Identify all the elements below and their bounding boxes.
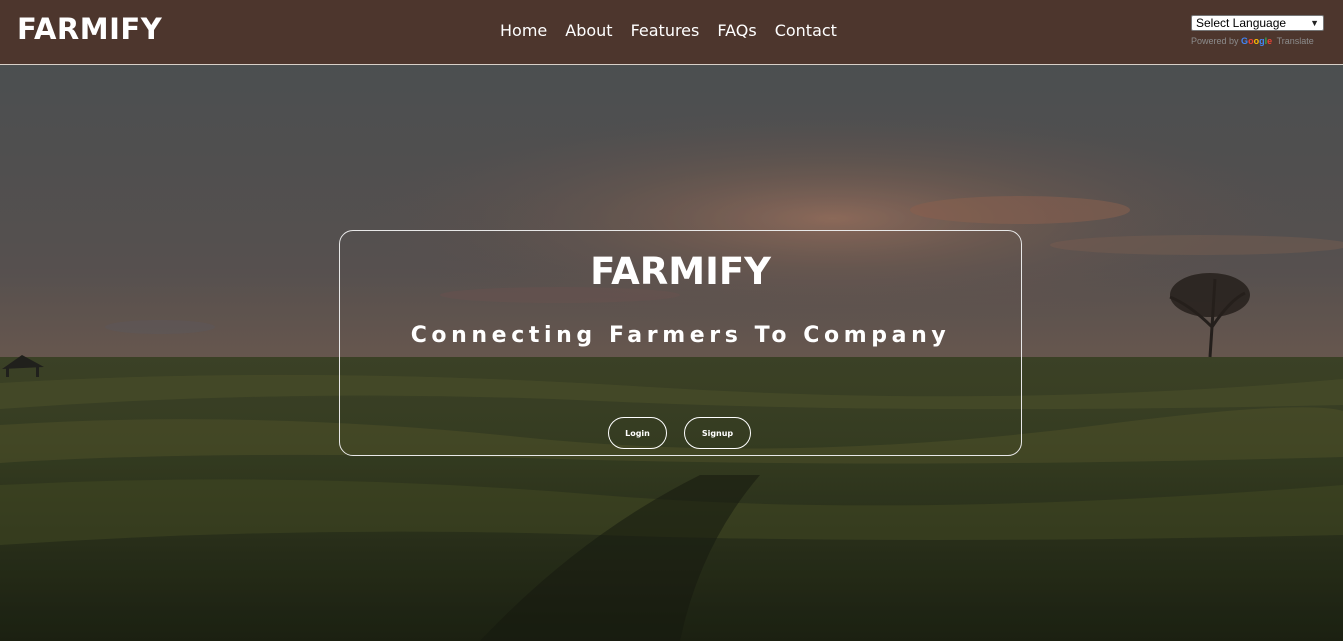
main-nav: Home About Features FAQs Contact <box>500 20 837 42</box>
google-logo: Google <box>1241 36 1272 46</box>
powered-by-google: Powered by Google Translate <box>1191 36 1325 46</box>
brand-logo[interactable]: FARMIFY <box>17 12 162 46</box>
navbar: FARMIFY Home About Features FAQs Contact… <box>0 0 1343 65</box>
hero-card: FARMIFY Connecting Farmers To Company Lo… <box>339 230 1022 456</box>
chevron-down-icon: ▼ <box>1310 18 1319 28</box>
google-letter: e <box>1267 36 1273 46</box>
powered-by-label: Powered by <box>1191 36 1239 46</box>
nav-contact-link[interactable]: Contact <box>775 20 837 42</box>
nav-faqs-link[interactable]: FAQs <box>717 20 756 42</box>
hero-actions: Login Signup <box>608 417 751 449</box>
language-select-value: Select Language <box>1196 16 1287 30</box>
google-letter: G <box>1241 36 1249 46</box>
translate-link[interactable]: Translate <box>1277 36 1314 46</box>
nav-about-link[interactable]: About <box>565 20 612 42</box>
hero-tagline: Connecting Farmers To Company <box>410 323 951 348</box>
hero-section: FARMIFY Connecting Farmers To Company Lo… <box>0 65 1343 641</box>
login-button[interactable]: Login <box>608 417 667 449</box>
signup-button[interactable]: Signup <box>684 417 751 449</box>
language-select[interactable]: Select Language ▼ <box>1191 15 1324 31</box>
nav-features-link[interactable]: Features <box>631 20 700 42</box>
hero-title: FARMIFY <box>590 250 771 293</box>
nav-home-link[interactable]: Home <box>500 20 547 42</box>
google-translate-widget: Select Language ▼ Powered by Google Tran… <box>1191 15 1325 46</box>
